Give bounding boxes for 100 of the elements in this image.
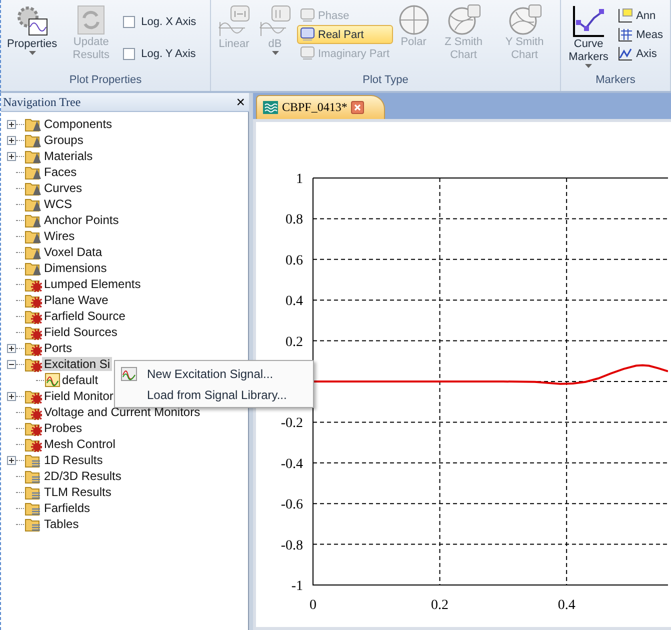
folder-icon	[25, 132, 42, 148]
tree-item[interactable]: Probes	[42, 421, 84, 435]
tree-item[interactable]: Farfields	[42, 501, 92, 515]
tree-item[interactable]: Field Sources	[42, 325, 120, 339]
tree-item[interactable]: Faces	[42, 165, 79, 179]
tree-item[interactable]: Voltage and Current Monitors	[42, 405, 202, 419]
tree-item[interactable]: 2D/3D Results	[42, 469, 124, 483]
signal-icon	[45, 373, 60, 387]
log-axis-checkbox[interactable]: Log. X Axis	[123, 16, 196, 28]
tree-item[interactable]: Field Monitor	[42, 389, 116, 403]
y-tick-label: -0.8	[280, 538, 303, 554]
tree-item[interactable]: Voxel Data	[42, 245, 104, 259]
tree-item[interactable]: default	[60, 373, 100, 387]
gear-folder-icon	[25, 420, 42, 436]
part-icon	[300, 8, 315, 23]
folder-icon	[25, 116, 42, 132]
group-label: Markers	[594, 74, 636, 88]
tree-item[interactable]: Anchor Points	[42, 213, 121, 227]
db-wave-icon	[258, 4, 292, 38]
expand-icon[interactable]	[7, 344, 16, 352]
layers-folder-icon	[25, 468, 42, 484]
folder-icon	[25, 260, 42, 276]
folder-icon	[25, 180, 42, 196]
close-button[interactable]	[351, 101, 364, 114]
ribbon-small-button[interactable]: Real Part	[297, 25, 393, 44]
signal-icon	[121, 366, 137, 380]
tree-item[interactable]: Components	[42, 117, 114, 131]
y-tick-label: 1	[296, 172, 303, 187]
menu-item[interactable]: Load from Signal Library...	[117, 384, 311, 405]
y-tick-label: -0.4	[280, 456, 303, 472]
tree-item[interactable]: Curves	[42, 181, 84, 195]
tree-item[interactable]: Wires	[42, 229, 77, 243]
layers-folder-icon	[25, 516, 42, 532]
x-tick-label: 0.2	[431, 598, 449, 613]
gear-folder-icon	[25, 340, 42, 356]
tree-item[interactable]: Farfield Source	[42, 309, 128, 323]
tree-item[interactable]: WCS	[42, 197, 74, 211]
layers-folder-icon	[25, 484, 42, 500]
gear-folder-icon	[25, 404, 42, 420]
y-tick-label: 0.6	[286, 253, 303, 268]
tab-title: CBPF_0413*	[282, 100, 348, 115]
tree-item[interactable]: Dimensions	[42, 261, 109, 275]
caret-icon	[272, 51, 278, 55]
expand-icon[interactable]	[7, 152, 16, 160]
tree-item[interactable]: 1D Results	[42, 453, 105, 467]
y-tick-label: -1	[291, 579, 303, 594]
caret-icon	[28, 51, 36, 55]
y-tick-label: 0.4	[286, 294, 303, 310]
expand-icon[interactable]	[7, 120, 16, 128]
folder-icon	[25, 212, 42, 228]
wave-icon	[263, 101, 278, 114]
layers-folder-icon	[25, 500, 42, 516]
folder-icon	[25, 244, 42, 260]
tree-item[interactable]: Mesh Control	[42, 437, 118, 451]
annotation-icon	[618, 8, 634, 23]
gear-folder-icon	[25, 436, 42, 452]
layers-folder-icon	[25, 452, 42, 468]
folder-icon	[25, 148, 42, 164]
y-tick-label: 0.8	[286, 212, 303, 228]
document-tab[interactable]: CBPF_0413*	[256, 95, 386, 119]
gear-folder-icon	[25, 276, 42, 292]
log-axis-checkbox[interactable]: Log. Y Axis	[123, 48, 196, 60]
tree-item[interactable]: Materials	[42, 149, 95, 163]
ribbon-small-button[interactable]: Meas	[615, 25, 666, 44]
linear-wave-icon	[217, 4, 251, 38]
ribbon-button[interactable]: Properties	[5, 4, 60, 74]
smith-chart-icon	[446, 4, 481, 36]
measure-icon	[618, 27, 634, 42]
menu-item[interactable]: New Excitation Signal...	[117, 363, 311, 384]
part-icon	[300, 46, 315, 61]
gear-wave-icon	[15, 4, 50, 38]
close-button[interactable]: ×	[236, 94, 245, 110]
tree-item[interactable]: Excitation Si	[42, 357, 112, 371]
expand-icon[interactable]	[7, 136, 16, 144]
tree-item[interactable]: Lumped Elements	[42, 277, 143, 291]
tree-item[interactable]: Ports	[42, 341, 74, 355]
tree-item[interactable]: Groups	[42, 133, 86, 147]
tree-item[interactable]: Tables	[42, 517, 81, 531]
group-label: Plot Properties	[68, 74, 143, 88]
refresh-icon	[76, 4, 106, 36]
tree-item[interactable]: Plane Wave	[42, 293, 110, 307]
x-tick-label: 0.4	[558, 598, 576, 613]
ribbon-small-button[interactable]: Ann	[615, 6, 666, 25]
gear-folder-icon	[25, 388, 42, 404]
expand-icon[interactable]	[7, 392, 16, 400]
panel-title: Navigation Tree	[3, 94, 81, 110]
folder-icon	[25, 196, 42, 212]
gear-folder-icon	[25, 308, 42, 324]
folder-icon	[25, 164, 42, 180]
caret-icon	[585, 64, 592, 68]
y-tick-label: -0.6	[280, 498, 303, 513]
folder-icon	[25, 228, 42, 244]
gear-folder-icon	[25, 356, 42, 372]
collapse-icon[interactable]	[7, 360, 16, 368]
ribbon-button[interactable]: Curve Markers	[565, 4, 612, 74]
y-tick-label: -0.2	[280, 416, 303, 432]
tree-item[interactable]: TLM Results	[42, 485, 114, 499]
expand-icon[interactable]	[7, 456, 16, 464]
polar-icon	[398, 4, 430, 36]
ribbon-small-button[interactable]: Axis	[615, 44, 666, 63]
